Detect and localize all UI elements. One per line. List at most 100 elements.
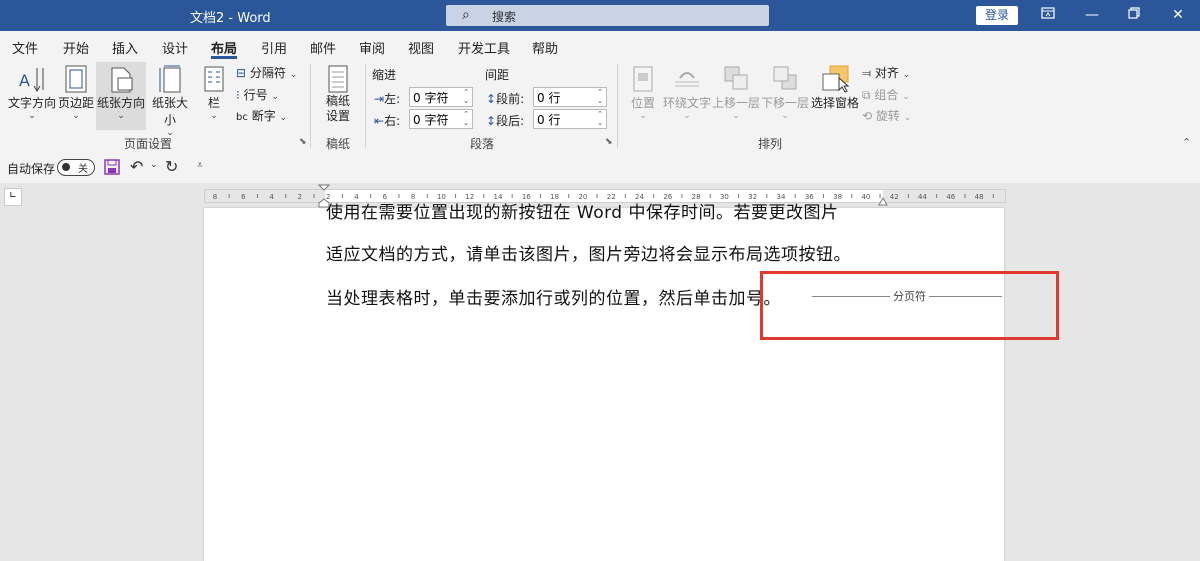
tab-references[interactable]: 引用 — [261, 38, 287, 57]
quick-access-toolbar: 自动保存 关 ↶ ⌄ ↻ ⩡ — [0, 152, 1200, 183]
group-button[interactable]: ⧉ 组合 ⌄ — [862, 86, 910, 103]
highlight-annotation-box — [760, 271, 1059, 340]
indent-left-value: 0 字符 — [413, 91, 449, 105]
tab-selector-icon[interactable]: ∟ — [4, 188, 22, 206]
breaks-button[interactable]: ⊟ 分隔符 ⌄ — [236, 64, 297, 81]
indent-left-input[interactable]: 0 字符 ⌃ ⌄ — [409, 87, 473, 107]
spacing-after-value: 0 行 — [537, 113, 561, 127]
manuscript-group-label: 稿纸 — [326, 137, 351, 151]
ruler-tick-label: 26 — [663, 193, 672, 201]
close-icon[interactable]: ✕ — [1166, 5, 1190, 25]
redo-icon[interactable]: ↻ — [165, 157, 178, 176]
indent-right-value: 0 字符 — [413, 113, 449, 127]
tab-file[interactable]: 文件 — [12, 38, 38, 57]
paragraph-line-3[interactable]: 当处理表格时，单击要添加行或列的位置，然后单击加号。 — [326, 284, 781, 309]
indent-right-input[interactable]: 0 字符 ⌃ ⌄ — [409, 109, 473, 129]
ruler-tick-label: 8 — [411, 193, 415, 201]
position-icon — [633, 66, 653, 92]
selection-pane-icon — [822, 65, 850, 93]
tab-design[interactable]: 设计 — [162, 38, 188, 57]
align-button[interactable]: ⫤ 对齐 ⌄ — [862, 64, 910, 81]
align-icon: ⫤ — [862, 66, 872, 80]
spacing-before-input[interactable]: 0 行 ⌃ ⌄ — [533, 87, 607, 107]
ribbon-display-options-icon[interactable] — [1036, 5, 1060, 25]
page-setup-launcher-icon[interactable]: ⬊ — [299, 137, 307, 147]
position-button[interactable]: 位置 ⌄ — [626, 64, 660, 121]
save-icon[interactable] — [104, 159, 120, 175]
rotate-label: 旋转 — [875, 109, 900, 123]
collapse-ribbon-icon[interactable]: ⌃ — [1182, 136, 1191, 149]
autosave-toggle[interactable]: 关 — [57, 159, 95, 176]
right-indent-marker-icon[interactable] — [878, 196, 888, 206]
hyphenation-icon: bc — [236, 112, 248, 123]
text-direction-icon: A — [19, 68, 44, 92]
tab-help[interactable]: 帮助 — [532, 38, 558, 57]
spacing-heading: 间距 — [485, 68, 510, 82]
chevron-down-icon: ⌄ — [117, 111, 125, 121]
rotate-button[interactable]: ⟲ 旋转 ⌄ — [862, 107, 911, 124]
login-button[interactable]: 登录 — [976, 6, 1018, 25]
search-placeholder: 搜索 — [492, 10, 517, 24]
tab-mailings[interactable]: 邮件 — [310, 38, 336, 57]
group-icon: ⧉ — [862, 88, 871, 102]
send-backward-button[interactable]: 下移一层 ⌄ — [761, 64, 809, 121]
columns-button[interactable]: 栏 ⌄ — [200, 64, 228, 121]
wrap-text-button[interactable]: 环绕文字 ⌄ — [662, 64, 712, 121]
svg-text:A: A — [19, 71, 30, 90]
ruler-tick-label: 6 — [383, 193, 388, 201]
ruler-tick-label: 10 — [437, 193, 446, 201]
rotate-icon: ⟲ — [862, 109, 873, 123]
tab-layout[interactable]: 布局 — [211, 38, 237, 57]
selection-pane-button[interactable]: 选择窗格 — [810, 64, 860, 111]
ruler-tick-label: 6 — [241, 193, 246, 201]
spacing-after-label-wrap: ↕段后: — [486, 112, 524, 129]
tab-insert[interactable]: 插入 — [112, 38, 138, 57]
chevron-down-icon: ⌄ — [271, 92, 280, 102]
restore-icon[interactable] — [1122, 5, 1146, 25]
spinner-icon[interactable]: ⌃ ⌄ — [463, 88, 469, 106]
chevron-down-icon: ⌄ — [903, 113, 912, 123]
paragraph-line-1[interactable]: 使用在需要位置出现的新按钮在 Word 中保存时间。若要更改图片 — [326, 202, 839, 222]
line-numbers-button[interactable]: ⁝ 行号 ⌄ — [236, 86, 279, 103]
tab-review[interactable]: 审阅 — [359, 38, 385, 57]
tab-developer[interactable]: 开发工具 — [458, 38, 510, 57]
spinner-icon[interactable]: ⌃ ⌄ — [597, 88, 603, 106]
indent-left-icon: ⇥ — [374, 92, 385, 106]
manuscript-settings-button[interactable]: 稿纸 设置 — [318, 64, 358, 124]
spinner-icon[interactable]: ⌃ ⌄ — [597, 110, 603, 128]
indent-heading: 缩进 — [372, 68, 397, 82]
selection-pane-label: 选择窗格 — [810, 96, 859, 110]
customize-qat-icon[interactable]: ⩡ — [197, 160, 203, 171]
spinner-icon[interactable]: ⌃ ⌄ — [463, 110, 469, 128]
bring-forward-button[interactable]: 上移一层 ⌄ — [712, 64, 760, 121]
chevron-down-icon: ⌄ — [72, 111, 80, 121]
chevron-down-icon: ⌄ — [902, 92, 910, 102]
send-backward-icon — [773, 66, 797, 90]
tab-view[interactable]: 视图 — [408, 38, 434, 57]
paragraph-launcher-icon[interactable]: ⬊ — [605, 137, 613, 147]
size-button[interactable]: 纸张大小 ⌄ — [147, 64, 193, 138]
line-numbers-icon: ⁝ — [236, 88, 240, 102]
text-direction-button[interactable]: A 文字方向 ⌄ — [8, 64, 56, 121]
ruler-tick-label: 38 — [833, 193, 842, 201]
undo-dropdown-icon[interactable]: ⌄ — [150, 160, 158, 170]
undo-icon[interactable]: ↶ — [130, 157, 143, 176]
margins-button[interactable]: 页边距 ⌄ — [57, 64, 95, 121]
title-bar: 文档2 - Word ⌕ 搜索 登录 — ✕ — [0, 0, 1200, 31]
bring-forward-label: 上移一层 — [712, 96, 761, 110]
orientation-button[interactable]: 纸张方向 ⌄ — [96, 62, 146, 130]
ruler-tick-label: 28 — [692, 193, 701, 201]
minimize-icon[interactable]: — — [1080, 5, 1104, 25]
ruler-tick-label: 22 — [607, 193, 616, 201]
spacing-after-input[interactable]: 0 行 ⌃ ⌄ — [533, 109, 607, 129]
tab-home[interactable]: 开始 — [63, 38, 89, 57]
text-direction-label: 文字方向 — [8, 96, 57, 110]
search-box[interactable]: ⌕ 搜索 — [446, 5, 769, 26]
chevron-down-icon: ⌄ — [781, 111, 789, 121]
hyphenation-button[interactable]: bc 断字 ⌄ — [236, 107, 287, 124]
paragraph-line-2[interactable]: 适应文档的方式，请单击该图片，图片旁边将会显示布局选项按钮。 — [326, 240, 851, 265]
group-divider — [365, 64, 366, 148]
ruler-tick-label: 8 — [213, 193, 217, 201]
arrange-group-label: 排列 — [758, 137, 783, 151]
page-setup-group-label: 页面设置 — [124, 137, 173, 151]
